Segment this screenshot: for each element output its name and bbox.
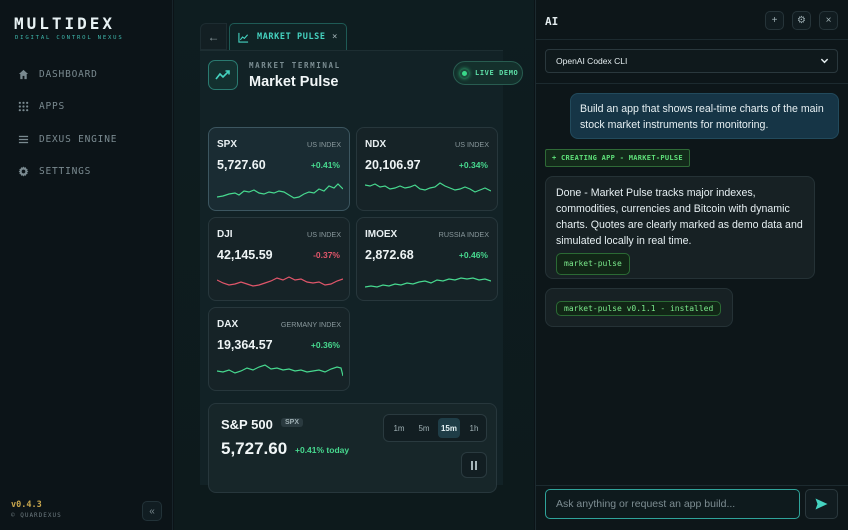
detail-symbol-badge: SPX xyxy=(281,418,304,427)
main-area: ← MARKET PULSE × MARKET TERMINAL Market … xyxy=(174,0,534,530)
card-category: GERMANY INDEX xyxy=(280,320,341,329)
app-title: Market Pulse xyxy=(249,74,339,90)
install-status-message: market-pulse v0.1.1 - installed xyxy=(545,288,733,327)
card-symbol: IMOEX xyxy=(365,229,398,240)
sidebar-item-dexus-engine[interactable]: DEXUS ENGINE xyxy=(18,131,117,147)
sidebar: MULTIDEX DIGITAL CONTROL NEXUS DASHBOARD… xyxy=(0,0,173,530)
tab-label: MARKET PULSE xyxy=(257,32,326,42)
app-code-pill: market-pulse xyxy=(556,253,630,275)
detail-price: 5,727.60 xyxy=(221,439,288,458)
timeframe-5m[interactable]: 5m xyxy=(413,418,435,438)
card-change: +0.34% xyxy=(458,160,488,170)
model-select[interactable]: OpenAI Codex CLI xyxy=(545,49,838,73)
pause-button[interactable] xyxy=(461,452,487,478)
model-select-value: OpenAI Codex CLI xyxy=(556,56,628,66)
app-logo: MULTIDEX xyxy=(14,14,116,33)
collapse-sidebar-button[interactable]: « xyxy=(142,501,162,521)
chart-line-icon xyxy=(238,32,249,43)
card-price: 20,106.97 xyxy=(365,158,421,172)
app-kicker: MARKET TERMINAL xyxy=(249,61,341,70)
back-button[interactable]: ← xyxy=(200,23,227,50)
tab-bar: ← MARKET PULSE × xyxy=(200,23,347,50)
detail-change: +0.41% today xyxy=(295,445,350,455)
tab-market-pulse[interactable]: MARKET PULSE × xyxy=(229,23,347,50)
live-demo-label: LIVE DEMO xyxy=(475,69,519,77)
menu-icon xyxy=(18,135,29,143)
sidebar-item-dashboard[interactable]: DASHBOARD xyxy=(18,66,117,82)
sidebar-item-label: APPS xyxy=(39,101,66,112)
assistant-message-text: Done - Market Pulse tracks major indexes… xyxy=(556,187,803,247)
sparkline-chart xyxy=(365,182,491,193)
home-icon xyxy=(18,69,29,79)
ai-panel: AI + ⚙ × OpenAI Codex CLI Build an app t… xyxy=(535,0,848,530)
card-change: -0.37% xyxy=(313,250,340,260)
card-symbol: DJI xyxy=(217,229,233,240)
card-category: US INDEX xyxy=(455,140,489,149)
card-change: +0.36% xyxy=(310,340,340,350)
copyright-label: © QUARDEXUS xyxy=(11,512,62,519)
index-card-dax[interactable]: DAX GERMANY INDEX 19,364.57 +0.36% xyxy=(208,307,350,391)
live-demo-badge: LIVE DEMO xyxy=(453,61,523,85)
divider xyxy=(536,83,848,84)
sidebar-item-label: SETTINGS xyxy=(39,166,92,177)
sidebar-item-label: DEXUS ENGINE xyxy=(39,133,118,145)
card-change: +0.46% xyxy=(458,250,488,260)
card-change: +0.41% xyxy=(310,160,340,170)
index-card-imoex[interactable]: IMOEX RUSSIA INDEX 2,872.68 +0.46% xyxy=(356,217,498,301)
user-message: Build an app that shows real-time charts… xyxy=(570,93,839,139)
app-panel: MARKET TERMINAL Market Pulse LIVE DEMO S… xyxy=(200,50,523,493)
version-label: v0.4.3 xyxy=(11,500,42,510)
card-category: US INDEX xyxy=(307,230,341,239)
send-button[interactable] xyxy=(805,489,838,519)
card-symbol: SPX xyxy=(217,139,238,150)
chevron-down-icon xyxy=(820,58,829,64)
index-card-spx[interactable]: SPX US INDEX 5,727.60 +0.41% xyxy=(208,127,350,211)
send-icon xyxy=(815,498,828,510)
card-price: 2,872.68 xyxy=(365,248,414,262)
sidebar-item-apps[interactable]: APPS xyxy=(18,99,117,115)
sparkline-chart xyxy=(217,183,343,199)
sparkline-chart xyxy=(217,276,343,287)
sparkline-chart xyxy=(217,364,343,377)
ai-header: AI + ⚙ × xyxy=(536,0,848,40)
ai-title: AI xyxy=(545,15,559,28)
timeframe-selector: 1m 5m 15m 1h xyxy=(383,414,487,442)
close-tab-icon[interactable]: × xyxy=(332,32,338,42)
card-price: 19,364.57 xyxy=(217,338,273,352)
divider xyxy=(536,485,848,486)
assistant-message: Done - Market Pulse tracks major indexes… xyxy=(545,176,815,279)
index-card-ndx[interactable]: NDX US INDEX 20,106.97 +0.34% xyxy=(356,127,498,211)
chat-input[interactable] xyxy=(545,489,800,519)
card-symbol: DAX xyxy=(217,319,239,330)
live-dot-icon xyxy=(460,68,469,78)
timeframe-15m[interactable]: 15m xyxy=(438,418,460,438)
creating-app-tag: + CREATING APP - MARKET-PULSE xyxy=(545,149,690,167)
install-status-pill: market-pulse v0.1.1 - installed xyxy=(556,301,722,316)
pause-icon xyxy=(471,460,477,470)
instrument-detail: S&P 500 SPX 5,727.60 +0.41% today 1m 5m … xyxy=(208,403,497,493)
sidebar-item-settings[interactable]: SETTINGS xyxy=(18,164,117,180)
app-logo-subtitle: DIGITAL CONTROL NEXUS xyxy=(15,35,124,41)
market-app-icon xyxy=(208,60,238,90)
sidebar-nav: DASHBOARD APPS DEXUS ENGINE SETTINGS xyxy=(18,66,117,196)
ai-settings-button[interactable]: ⚙ xyxy=(792,11,811,30)
index-card-dji[interactable]: DJI US INDEX 42,145.59 -0.37% xyxy=(208,217,350,301)
card-price: 5,727.60 xyxy=(217,158,266,172)
card-category: US INDEX xyxy=(307,140,341,149)
gear-icon xyxy=(18,166,29,177)
close-ai-button[interactable]: × xyxy=(819,11,838,30)
timeframe-1m[interactable]: 1m xyxy=(388,418,410,438)
timeframe-1h[interactable]: 1h xyxy=(463,418,485,438)
grid-icon xyxy=(18,101,29,112)
sparkline-chart xyxy=(365,277,491,288)
sidebar-item-label: DASHBOARD xyxy=(39,68,98,80)
card-symbol: NDX xyxy=(365,139,387,150)
card-price: 42,145.59 xyxy=(217,248,273,262)
detail-name: S&P 500 xyxy=(221,417,273,432)
card-category: RUSSIA INDEX xyxy=(438,230,489,239)
new-chat-button[interactable]: + xyxy=(765,11,784,30)
